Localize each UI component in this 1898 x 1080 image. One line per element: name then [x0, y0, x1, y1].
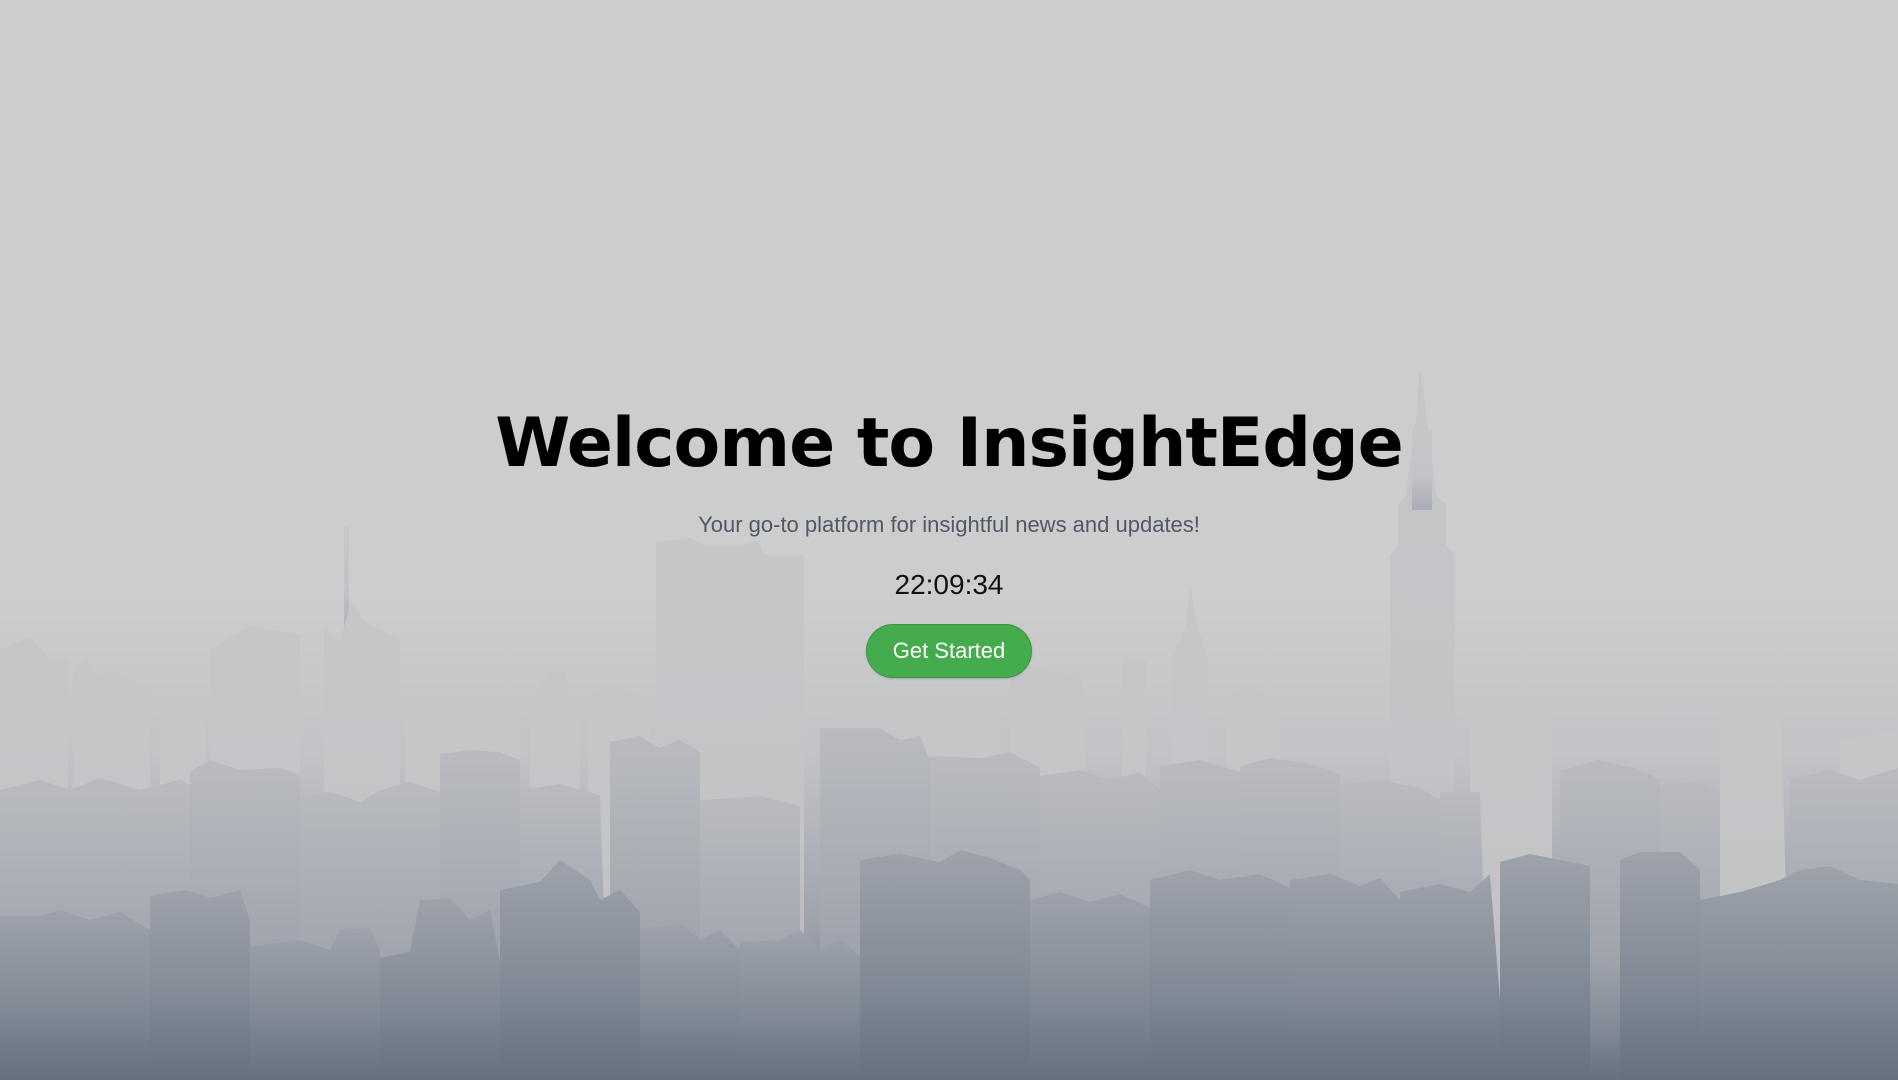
live-clock: 22:09:34	[894, 569, 1004, 600]
hero-section: Welcome to InsightEdge Your go-to platfo…	[0, 400, 1898, 678]
hero-subtitle: Your go-to platform for insightful news …	[698, 512, 1200, 537]
page-title: Welcome to InsightEdge	[495, 404, 1404, 483]
get-started-button[interactable]: Get Started	[866, 624, 1032, 678]
landing-page: Welcome to InsightEdge Your go-to platfo…	[0, 0, 1898, 1080]
